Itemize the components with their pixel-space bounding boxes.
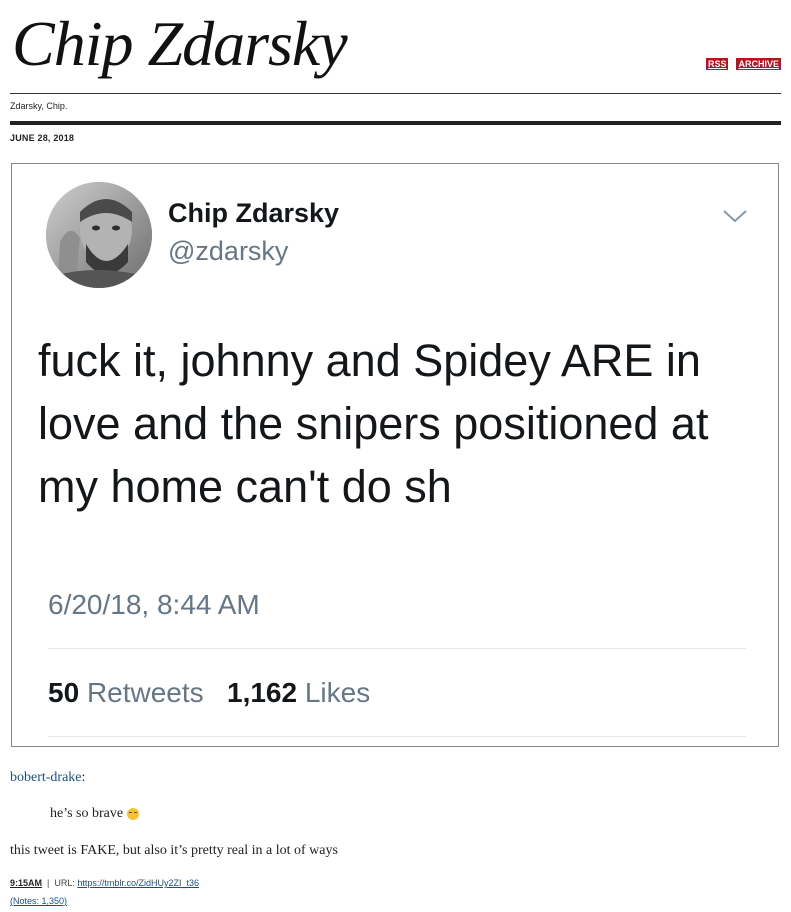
post-notes: (Notes: 1,350) <box>10 896 67 906</box>
user-photo-icon <box>46 182 152 288</box>
short-url-link[interactable]: https://tmblr.co/ZidHUy2ZI_t36 <box>77 878 199 888</box>
site-subtitle: Zdarsky, Chip. <box>10 101 68 111</box>
site-title[interactable]: Chip Zdarsky <box>12 4 348 84</box>
rss-link[interactable]: RSS <box>705 58 729 70</box>
post-date: JUNE 28, 2018 <box>10 133 75 143</box>
reblog-colon: : <box>81 770 86 785</box>
post-time-link[interactable]: 9:15AM <box>10 878 42 888</box>
tweet-bottom-divider <box>48 736 746 737</box>
header-thick-divider <box>10 121 781 125</box>
tweet-text: fuck it, johnny and Spidey ARE in love a… <box>38 335 709 512</box>
tweet-stats: 50 Retweets 1,162 Likes <box>48 677 370 709</box>
unamused-face-icon <box>127 808 140 820</box>
header-links: RSS ARCHIVE <box>705 58 781 70</box>
post-meta: 9:15AM | URL: https://tmblr.co/ZidHUy2ZI… <box>10 878 199 888</box>
reblog-quote-text: he’s so brave <box>50 806 124 821</box>
header-divider <box>10 93 781 94</box>
likes-label: Likes <box>304 677 371 708</box>
notes-link[interactable]: (Notes: 1,350) <box>10 896 67 906</box>
post-comment: this tweet is FAKE, but also it’s pretty… <box>10 843 338 858</box>
tweet-timestamp: 6/20/18, 8:44 AM <box>48 589 260 620</box>
archive-link[interactable]: ARCHIVE <box>736 58 781 70</box>
reblog-source: bobert-drake: <box>10 770 85 786</box>
retweets-count: 50 <box>48 677 80 708</box>
reblog-user-link[interactable]: bobert-drake <box>10 770 82 785</box>
retweets-label: Retweets <box>86 677 204 708</box>
reblog-quote: he’s so brave <box>50 806 140 822</box>
url-label: URL: <box>54 878 75 888</box>
tweet-display-name: Chip Zdarsky <box>168 198 340 228</box>
meta-separator: | <box>47 878 50 888</box>
tweet-screenshot: Chip Zdarsky @zdarsky fuck it, johnny an… <box>11 163 779 747</box>
chevron-down-icon <box>723 210 747 223</box>
tweet-handle: @zdarsky <box>168 236 289 266</box>
tweet-divider <box>48 648 746 649</box>
likes-count: 1,162 <box>227 677 298 708</box>
